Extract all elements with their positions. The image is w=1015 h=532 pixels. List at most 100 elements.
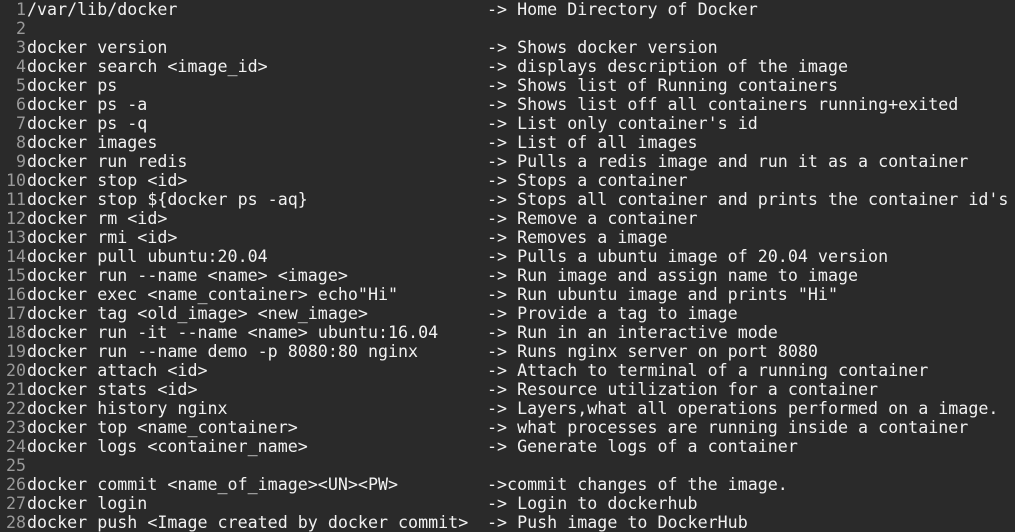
line-content[interactable]: docker login -> Login to dockerhub — [27, 494, 1015, 513]
command-text: docker images — [27, 133, 158, 152]
line-content[interactable]: docker top <name_container> -> what proce… — [27, 418, 1015, 437]
editor-line[interactable]: 22 docker history nginx -> Layers,what all… — [0, 399, 1015, 418]
description-text: -> List of all images — [487, 133, 698, 152]
line-content[interactable]: docker images -> List of all images — [27, 133, 1015, 152]
command-text: docker stop ${docker ps -aq} — [27, 190, 308, 209]
line-content[interactable]: docker ps -a -> Shows list off all contai… — [27, 95, 1015, 114]
description-text: -> Provide a tag to image — [487, 304, 738, 323]
command-text: docker exec <name_container> echo"Hi" — [27, 285, 399, 304]
line-content[interactable]: docker run --name <name> <image> -> Run i… — [27, 266, 1015, 285]
editor-line[interactable]: 24 docker logs <container_name> -> Generat… — [0, 437, 1015, 456]
line-number: 15 — [5, 266, 26, 285]
line-content[interactable]: docker stop <id> -> Stops a container — [27, 171, 1015, 190]
line-number: 19 — [5, 342, 26, 361]
line-content[interactable] — [27, 456, 1015, 475]
editor-line[interactable]: 3 docker version -> Shows docker version — [0, 38, 1015, 57]
command-text: docker run redis — [27, 152, 188, 171]
line-content[interactable] — [27, 19, 1015, 38]
editor-line[interactable]: 11 docker stop ${docker ps -aq} -> Stops a… — [0, 190, 1015, 209]
editor-line[interactable]: 28 docker push <Image created by docker c… — [0, 513, 1015, 532]
line-number: 20 — [5, 361, 26, 380]
line-number: 23 — [5, 418, 26, 437]
line-content[interactable]: docker pull ubuntu:20.04 -> Pulls a ubunt… — [27, 247, 1015, 266]
line-number: 24 — [5, 437, 26, 456]
description-text: -> displays description of the image — [487, 57, 849, 76]
line-content[interactable]: docker tag <old_image> <new_image> -> Pro… — [27, 304, 1015, 323]
editor-line[interactable]: 15 docker run --name <name> <image> -> Run… — [0, 266, 1015, 285]
editor-line[interactable]: 12 docker rm <id> -> Remove a container — [0, 209, 1015, 228]
line-content[interactable]: docker stats <id> -> Resource utilization… — [27, 380, 1015, 399]
description-text: -> Pulls a redis image and run it as a c… — [487, 152, 969, 171]
command-text: docker login — [27, 494, 148, 513]
editor-line[interactable]: 5 docker ps -> Shows list of Running conta… — [0, 76, 1015, 95]
line-number: 11 — [5, 190, 26, 209]
line-number: 26 — [5, 475, 26, 494]
line-number: 2 — [15, 19, 26, 38]
editor-line[interactable]: 9 docker run redis -> Pulls a redis image … — [0, 152, 1015, 171]
command-text: docker stats <id> — [27, 380, 198, 399]
line-content[interactable]: docker rm <id> -> Remove a container — [27, 209, 1015, 228]
line-number: 22 — [5, 399, 26, 418]
line-content[interactable]: docker exec <name_container> echo"Hi" -> … — [27, 285, 1015, 304]
line-content[interactable]: docker logs <container_name> -> Generate … — [27, 437, 1015, 456]
line-number: 18 — [5, 323, 26, 342]
description-text: -> Generate logs of a container — [487, 437, 798, 456]
line-content[interactable]: docker run redis -> Pulls a redis image a… — [27, 152, 1015, 171]
line-number: 27 — [5, 494, 26, 513]
line-number: 5 — [15, 76, 26, 95]
line-content[interactable]: docker attach <id> -> Attach to terminal … — [27, 361, 1015, 380]
line-content[interactable]: docker history nginx -> Layers,what all o… — [27, 399, 1015, 418]
line-content[interactable]: docker ps -> Shows list of Running contai… — [27, 76, 1015, 95]
description-text: -> Run ubuntu image and prints "Hi" — [487, 285, 838, 304]
line-number: 21 — [5, 380, 26, 399]
command-text: docker history nginx — [27, 399, 228, 418]
command-text: docker run --name <name> <image> — [27, 266, 348, 285]
line-content[interactable]: docker commit <name_of_image><UN><PW> ->c… — [27, 475, 1015, 494]
line-number: 1 — [15, 0, 26, 19]
editor-line[interactable]: 10 docker stop <id> -> Stops a container — [0, 171, 1015, 190]
editor-line[interactable]: 25 — [0, 456, 1015, 475]
description-text: -> Login to dockerhub — [487, 494, 698, 513]
line-content[interactable]: docker search <image_id> -> displays desc… — [27, 57, 1015, 76]
line-content[interactable]: docker version -> Shows docker version — [27, 38, 1015, 57]
editor-line[interactable]: 21 docker stats <id> -> Resource utilizati… — [0, 380, 1015, 399]
line-content[interactable]: docker ps -q -> List only container's id — [27, 114, 1015, 133]
editor-line[interactable]: 16 docker exec <name_container> echo"Hi" -… — [0, 285, 1015, 304]
editor-line[interactable]: 14 docker pull ubuntu:20.04 -> Pulls a ubu… — [0, 247, 1015, 266]
line-content[interactable]: docker run -it --name <name> ubuntu:16.0… — [27, 323, 1015, 342]
text-editor[interactable]: 1/var/lib/docker -> Home Directory of Doc… — [0, 0, 1015, 532]
editor-line[interactable]: 4 docker search <image_id> -> displays des… — [0, 57, 1015, 76]
editor-line[interactable]: 19 docker run --name demo -p 8080:80 ngin… — [0, 342, 1015, 361]
editor-line[interactable]: 8 docker images -> List of all images — [0, 133, 1015, 152]
line-number: 6 — [15, 95, 26, 114]
editor-line[interactable]: 13 docker rmi <id> -> Removes a image — [0, 228, 1015, 247]
editor-line[interactable]: 17 docker tag <old_image> <new_image> -> P… — [0, 304, 1015, 323]
line-number: 7 — [15, 114, 26, 133]
command-text: docker commit <name_of_image><UN><PW> — [27, 475, 399, 494]
editor-line[interactable]: 27 docker login -> Login to dockerhub — [0, 494, 1015, 513]
description-text: -> Stops all container and prints the co… — [487, 190, 1009, 209]
editor-line[interactable]: 26 docker commit <name_of_image><UN><PW> -… — [0, 475, 1015, 494]
line-content[interactable]: docker rmi <id> -> Removes a image — [27, 228, 1015, 247]
command-text: docker attach <id> — [27, 361, 208, 380]
editor-line[interactable]: 7 docker ps -q -> List only container's id — [0, 114, 1015, 133]
editor-line[interactable]: 20 docker attach <id> -> Attach to termina… — [0, 361, 1015, 380]
line-content[interactable]: /var/lib/docker -> Home Directory of Dock… — [27, 0, 1015, 19]
description-text: -> Attach to terminal of a running conta… — [487, 361, 929, 380]
command-text: docker push <Image created by docker com… — [27, 513, 469, 532]
line-number: 13 — [5, 228, 26, 247]
command-text: docker search <image_id> — [27, 57, 268, 76]
command-text: docker stop <id> — [27, 171, 188, 190]
editor-line[interactable]: 6 docker ps -a -> Shows list off all conta… — [0, 95, 1015, 114]
editor-line[interactable]: 18 docker run -it --name <name> ubuntu:16… — [0, 323, 1015, 342]
editor-line[interactable]: 2 — [0, 19, 1015, 38]
editor-line[interactable]: 1/var/lib/docker -> Home Directory of Doc… — [0, 0, 1015, 19]
description-text: -> Shows docker version — [487, 38, 718, 57]
line-content[interactable]: docker stop ${docker ps -aq} -> Stops all… — [27, 190, 1015, 209]
line-content[interactable]: docker push <Image created by docker com… — [27, 513, 1015, 532]
line-number: 17 — [5, 304, 26, 323]
description-text: -> Remove a container — [487, 209, 698, 228]
editor-line[interactable]: 23 docker top <name_container> -> what pro… — [0, 418, 1015, 437]
line-number: 9 — [15, 152, 26, 171]
line-content[interactable]: docker run --name demo -p 8080:80 nginx -… — [27, 342, 1015, 361]
